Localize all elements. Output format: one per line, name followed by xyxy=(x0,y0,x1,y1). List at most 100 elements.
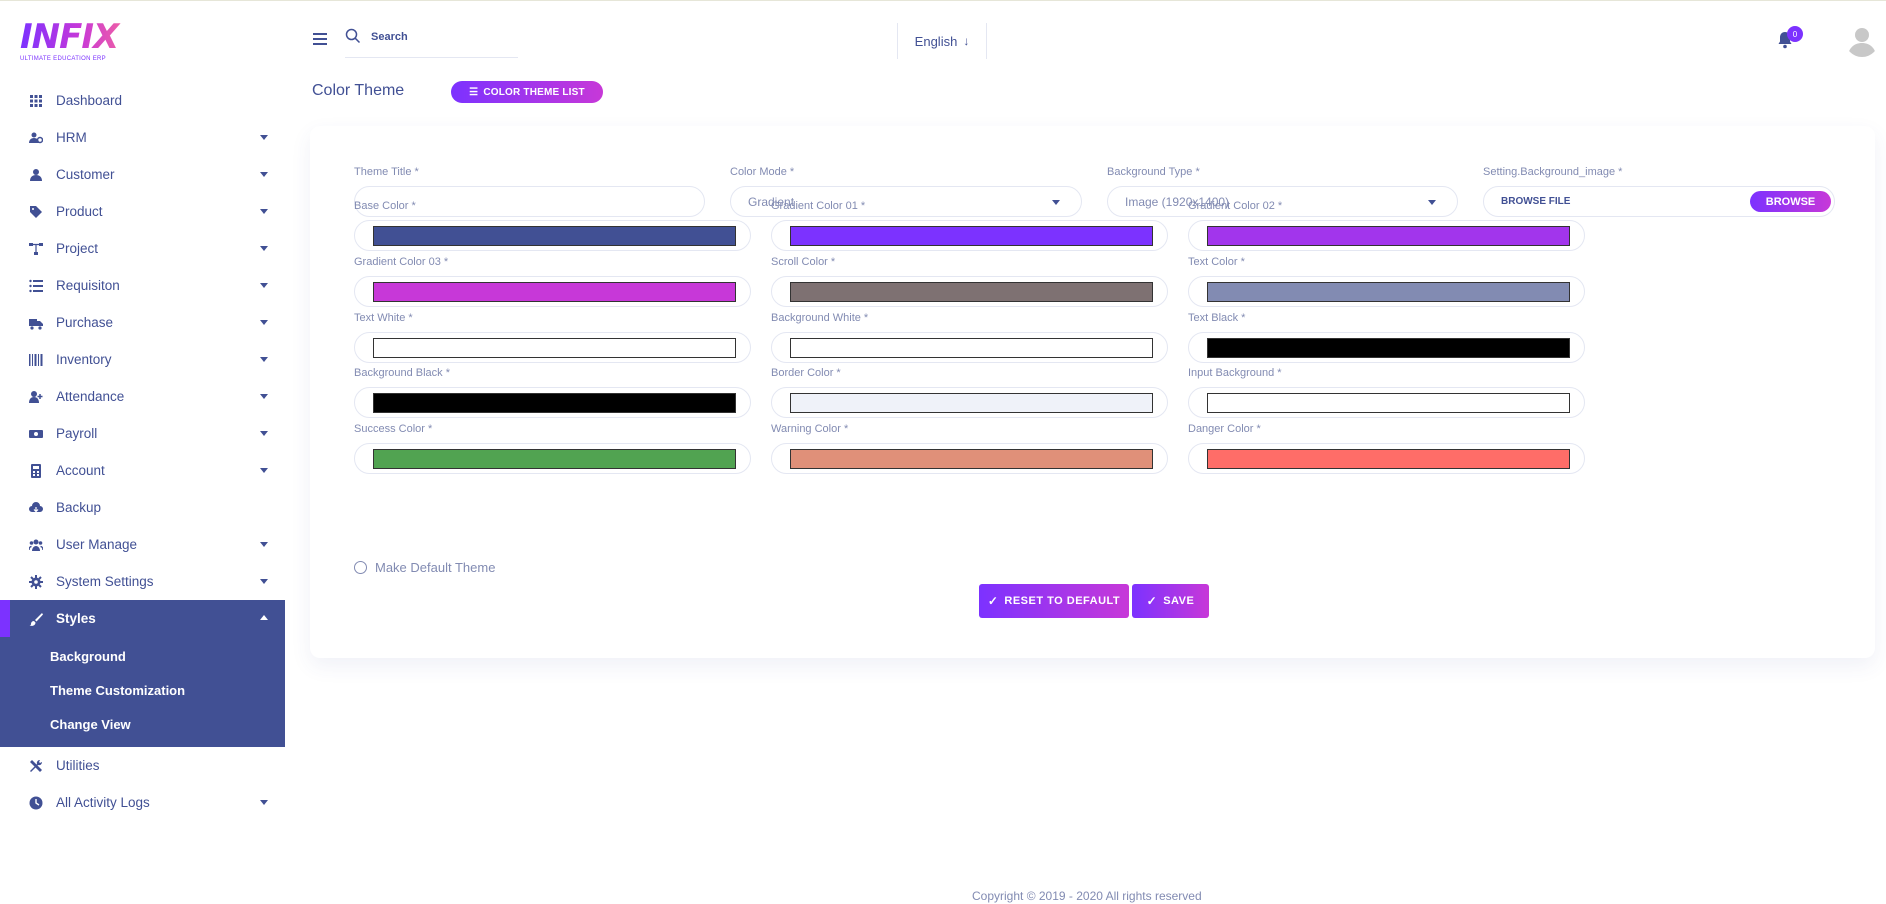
border-color-swatch[interactable] xyxy=(790,393,1153,413)
gradient-color-03-swatch[interactable] xyxy=(373,282,736,302)
base-color-label: Base Color * xyxy=(354,200,416,212)
submenu-item-change-view[interactable]: Change View xyxy=(0,707,285,741)
sidebar-item-all-activity-logs[interactable]: All Activity Logs xyxy=(0,784,285,821)
input-background-swatch[interactable] xyxy=(1207,393,1570,413)
arrow-down-icon: ↓ xyxy=(963,34,970,48)
gear-icon xyxy=(29,574,43,589)
gradient-color-02-label: Gradient Color 02 * xyxy=(1188,200,1283,212)
user-plus-icon xyxy=(29,390,43,404)
search-bar xyxy=(345,28,518,58)
background-black-input[interactable] xyxy=(354,387,751,418)
gradient-color-01-swatch[interactable] xyxy=(790,226,1153,246)
list-icon: ☰ xyxy=(469,86,479,98)
money-icon xyxy=(29,427,43,441)
sidebar-item-requisiton[interactable]: Requisiton xyxy=(0,267,285,304)
text-black-label: Text Black * xyxy=(1188,312,1246,324)
warning-color-input[interactable] xyxy=(771,443,1168,474)
browse-button[interactable]: BROWSE xyxy=(1750,191,1831,212)
submenu-item-theme-customization[interactable]: Theme Customization xyxy=(0,673,285,707)
text-color-label: Text Color * xyxy=(1188,256,1245,268)
search-input[interactable] xyxy=(371,28,511,46)
footer-copyright: Copyright © 2019 - 2020 All rights reser… xyxy=(972,889,1202,903)
radio-button[interactable] xyxy=(354,561,367,574)
gradient-color-01-input[interactable] xyxy=(771,220,1168,251)
sidebar-item-utilities[interactable]: Utilities xyxy=(0,747,285,784)
base-color-input[interactable] xyxy=(354,220,751,251)
scroll-color-swatch[interactable] xyxy=(790,282,1153,302)
menu-toggle-icon[interactable] xyxy=(313,33,327,45)
sidebar-item-customer[interactable]: Customer xyxy=(0,156,285,193)
sidebar-item-label: Purchase xyxy=(56,315,114,330)
browse-file-placeholder: BROWSE FILE xyxy=(1501,196,1571,207)
color-theme-list-button[interactable]: ☰ COLOR THEME LIST xyxy=(451,81,603,103)
theme-form-card: Theme Title * Color Mode * Gradient Back… xyxy=(310,126,1875,658)
caret-down-icon xyxy=(260,579,268,584)
save-button[interactable]: ✓ SAVE xyxy=(1132,584,1209,618)
submenu-item-background[interactable]: Background xyxy=(0,639,285,673)
sidebar-item-project[interactable]: Project xyxy=(0,230,285,267)
caret-down-icon xyxy=(260,394,268,399)
caret-down-icon xyxy=(260,209,268,214)
sidebar-item-dashboard[interactable]: Dashboard xyxy=(0,82,285,119)
gradient-color-03-input[interactable] xyxy=(354,276,751,307)
base-color-swatch[interactable] xyxy=(373,226,736,246)
sidebar-item-user-manage[interactable]: User Manage xyxy=(0,526,285,563)
chevron-down-icon xyxy=(1428,200,1436,205)
gradient-color-02-input[interactable] xyxy=(1188,220,1585,251)
sidebar-item-backup[interactable]: Backup xyxy=(0,489,285,526)
danger-color-input[interactable] xyxy=(1188,443,1585,474)
users-cog-icon xyxy=(29,131,44,145)
language-selector[interactable]: English ↓ xyxy=(897,23,987,59)
sidebar-item-payroll[interactable]: Payroll xyxy=(0,415,285,452)
tags-icon xyxy=(29,205,43,219)
sidebar-item-hrm[interactable]: HRM xyxy=(0,119,285,156)
background-white-swatch[interactable] xyxy=(790,338,1153,358)
text-black-swatch[interactable] xyxy=(1207,338,1570,358)
text-white-label: Text White * xyxy=(354,312,413,324)
danger-color-swatch[interactable] xyxy=(1207,449,1570,469)
caret-down-icon xyxy=(260,172,268,177)
success-color-input[interactable] xyxy=(354,443,751,474)
text-white-swatch[interactable] xyxy=(373,338,736,358)
avatar[interactable] xyxy=(1845,23,1879,57)
check-icon: ✓ xyxy=(1146,594,1158,608)
background-type-select[interactable]: Image (1920x1400) xyxy=(1107,186,1458,217)
scroll-color-input[interactable] xyxy=(771,276,1168,307)
text-white-input[interactable] xyxy=(354,332,751,363)
sidebar-item-product[interactable]: Product xyxy=(0,193,285,230)
input-background-input[interactable] xyxy=(1188,387,1585,418)
text-color-swatch[interactable] xyxy=(1207,282,1570,302)
sidebar-item-styles[interactable]: Styles xyxy=(0,600,285,637)
make-default-theme[interactable]: Make Default Theme xyxy=(354,560,495,575)
caret-down-icon xyxy=(260,320,268,325)
sitemap-icon xyxy=(29,242,43,256)
truck-icon xyxy=(29,316,43,330)
border-color-input[interactable] xyxy=(771,387,1168,418)
background-image-field[interactable]: BROWSE FILE BROWSE xyxy=(1483,186,1835,217)
search-icon[interactable] xyxy=(345,28,361,44)
calculator-icon xyxy=(29,463,43,478)
sidebar-item-label: Dashboard xyxy=(56,93,123,108)
logo-subtitle: ULTIMATE EDUCATION ERP xyxy=(20,56,106,62)
sidebar-item-account[interactable]: Account xyxy=(0,452,285,489)
caret-down-icon xyxy=(260,246,268,251)
sidebar-item-label: Requisiton xyxy=(56,278,120,293)
gradient-color-02-swatch[interactable] xyxy=(1207,226,1570,246)
color-theme-list-label: COLOR THEME LIST xyxy=(483,86,585,98)
user-icon xyxy=(29,168,43,182)
warning-color-swatch[interactable] xyxy=(790,449,1153,469)
sidebar-item-purchase[interactable]: Purchase xyxy=(0,304,285,341)
sidebar-item-system-settings[interactable]: System Settings xyxy=(0,563,285,600)
sidebar-item-inventory[interactable]: Inventory xyxy=(0,341,285,378)
background-white-label: Background White * xyxy=(771,312,869,324)
reset-to-default-button[interactable]: ✓ RESET TO DEFAULT xyxy=(979,584,1129,618)
logo[interactable]: INFIX ULTIMATE EDUCATION ERP xyxy=(20,19,140,65)
text-color-input[interactable] xyxy=(1188,276,1585,307)
sidebar-item-label: Utilities xyxy=(56,758,100,773)
success-color-swatch[interactable] xyxy=(373,449,736,469)
background-black-swatch[interactable] xyxy=(373,393,736,413)
background-white-input[interactable] xyxy=(771,332,1168,363)
sidebar-item-attendance[interactable]: Attendance xyxy=(0,378,285,415)
sidebar-item-label: Customer xyxy=(56,167,115,182)
text-black-input[interactable] xyxy=(1188,332,1585,363)
